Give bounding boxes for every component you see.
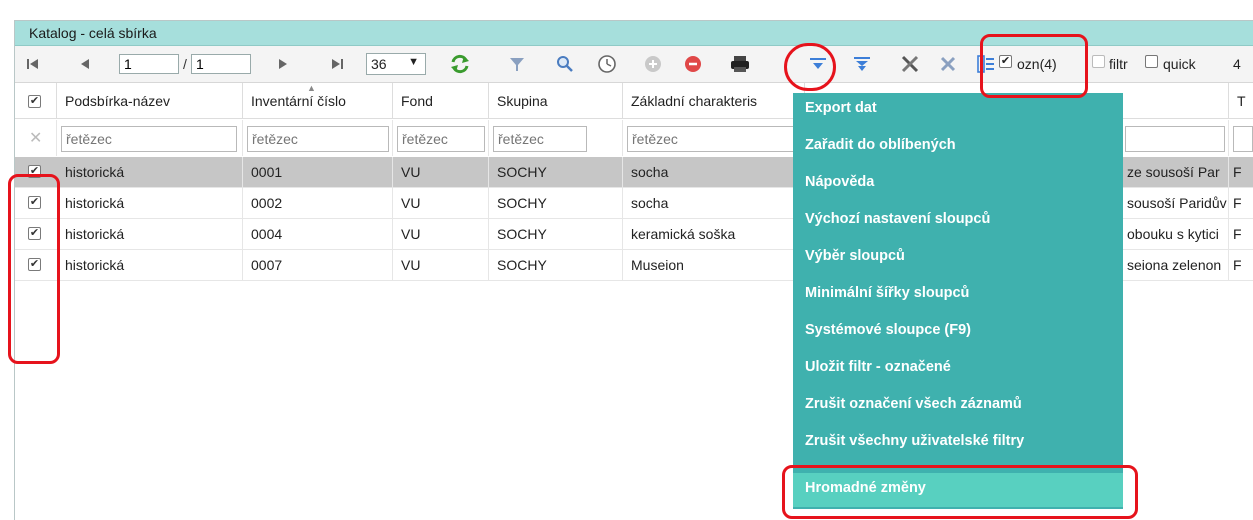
search-icon[interactable] [553,46,577,82]
cell-zakladni-charakteristika: Museion [623,250,805,280]
window-title: Katalog - celá sbírka [29,25,157,41]
cell-t: F [1229,250,1253,280]
filter-cell [623,120,805,156]
cell-podsbirka: historická [57,250,243,280]
column-header[interactable]: T [1229,83,1253,119]
tools-icon[interactable] [897,46,923,82]
filter-input[interactable] [397,126,485,152]
quick-checkbox[interactable] [1145,55,1158,68]
cell-inventarni-cislo: 0007 [243,250,393,280]
menu-item-vychozi-nastaveni-sloupcu[interactable]: Výchozí nastavení sloupců [793,204,1123,238]
menu-item-zrusit-oznaceni-vsech-zaznamu[interactable]: Zrušit označení všech záznamů [793,389,1123,423]
cell-t: F [1229,219,1253,249]
column-header[interactable]: Základní charakteris [623,83,805,119]
cell-inventarni-cislo: 0001 [243,157,393,187]
cell-skupina: SOCHY [489,188,623,218]
cell-popis: ze sousoší Par [1123,157,1229,187]
print-icon[interactable] [727,46,753,82]
cell-fond: VU [393,188,489,218]
cell-podsbirka: historická [57,219,243,249]
annotation-highlight-filter-menu [784,43,836,91]
cell-popis: sousoší Paridův [1123,188,1229,218]
cell-inventarni-cislo: 0004 [243,219,393,249]
filter-input[interactable] [1125,126,1225,152]
filtr-checkbox[interactable] [1092,55,1105,68]
menu-item-minimalni-sirky-sloupcu[interactable]: Minimální šířky sloupců [793,278,1123,312]
quick-label: quick [1163,56,1196,72]
add-icon[interactable] [641,46,665,82]
cell-t: F [1229,188,1253,218]
cell-popis: seiona zelenon [1123,250,1229,280]
page-total-input [191,54,251,74]
first-page-icon[interactable] [23,46,43,82]
cell-podsbirka: historická [57,188,243,218]
cell-skupina: SOCHY [489,250,623,280]
remove-icon[interactable] [681,46,705,82]
column-header[interactable]: ▲ Inventární číslo [243,83,393,119]
filter-input[interactable] [1233,126,1253,152]
column-header[interactable]: Skupina [489,83,623,119]
cell-zakladni-charakteristika: socha [623,188,805,218]
toolbar-trailing-count: 4 [1233,56,1241,72]
cell-fond: VU [393,250,489,280]
menu-item-napoveda[interactable]: Nápověda [793,167,1123,201]
cell-zakladni-charakteristika: keramická soška [623,219,805,249]
menu-item-export-dat[interactable]: Export dat [793,93,1123,127]
filter-cell [57,120,243,156]
annotation-highlight-hromadne-zmeny [782,465,1138,519]
filter-cell [243,120,393,156]
filter-input[interactable] [627,126,803,152]
menu-item-vyber-sloupcu[interactable]: Výběr sloupců [793,241,1123,275]
cell-popis: obouku s kytici [1123,219,1229,249]
sort-indicator-icon: ▲ [307,83,316,93]
filter-clear-cell[interactable]: ✕ [15,120,57,156]
menu-item-zrusit-vsechny-uzivatelske-filtry[interactable]: Zrušit všechny uživatelské filtry [793,426,1123,460]
filter-input[interactable] [61,126,237,152]
chevron-down-icon: ▼ [408,56,419,68]
header-select-all[interactable]: ✔ [15,83,57,119]
prev-page-icon[interactable] [75,46,95,82]
page-separator: / [183,56,187,72]
column-header[interactable]: Fond [393,83,489,119]
filter-dropdown-menu: Export dat Zařadit do oblíbených Nápověd… [793,93,1123,509]
refresh-icon[interactable] [447,46,473,82]
filter-input[interactable] [247,126,389,152]
last-page-icon[interactable] [327,46,347,82]
cell-fond: VU [393,157,489,187]
column-header-label: Inventární číslo [251,93,346,109]
cell-fond: VU [393,219,489,249]
filter-cell [489,120,623,156]
page-size-select[interactable]: 36 ▼ [366,53,426,75]
page-number-input[interactable] [119,54,179,74]
cell-skupina: SOCHY [489,157,623,187]
clock-icon[interactable] [595,46,619,82]
column-header[interactable]: Podsbírka-název [57,83,243,119]
cell-inventarni-cislo: 0002 [243,188,393,218]
select-all-checkbox[interactable]: ✔ [28,95,41,108]
menu-item-systemove-sloupce[interactable]: Systémové sloupce (F9) [793,315,1123,349]
clear-filter-icon[interactable]: ✕ [29,128,42,148]
annotation-highlight-ozn [980,34,1088,98]
close-icon[interactable] [935,46,961,82]
filter-input[interactable] [493,126,587,152]
cell-skupina: SOCHY [489,219,623,249]
cell-podsbirka: historická [57,157,243,187]
filtr-label: filtr [1109,56,1128,72]
cell-zakladni-charakteristika: socha [623,157,805,187]
annotation-highlight-row-checkboxes [8,174,60,364]
filter-cell [1229,120,1253,156]
next-page-icon[interactable] [273,46,293,82]
menu-item-zaradit-do-oblibenych[interactable]: Zařadit do oblíbených [793,130,1123,164]
cell-t: F [1229,157,1253,187]
filter-clear-icon[interactable] [849,46,875,82]
filter-icon[interactable] [505,46,529,82]
page-size-value: 36 [371,56,387,72]
filter-cell [393,120,489,156]
menu-item-ulozit-filtr-oznacene[interactable]: Uložit filtr - označené [793,352,1123,386]
